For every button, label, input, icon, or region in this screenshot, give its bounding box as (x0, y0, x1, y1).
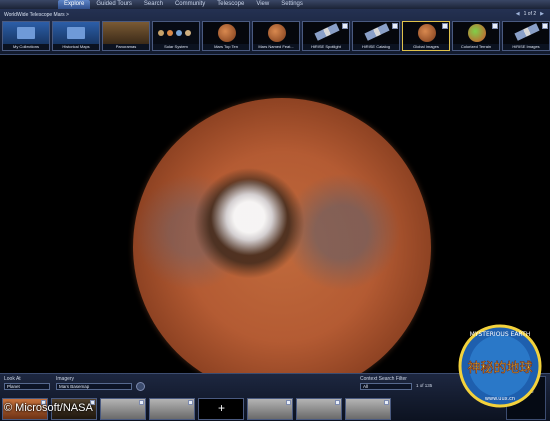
plus-icon: + (218, 401, 226, 415)
thumb-label: Global Images (413, 44, 439, 49)
collection-icon (384, 400, 389, 405)
menu-guided-tours[interactable]: Guided Tours (90, 0, 138, 9)
thumb-hirise-spotlight[interactable]: HiRISE Spotlight (302, 21, 350, 51)
thumb-hirise-images[interactable]: HiRISE Images (502, 21, 550, 51)
menu-community[interactable]: Community (169, 0, 211, 9)
context-filter-dropdown[interactable]: All (360, 383, 412, 390)
ribbon-pager: ◀ 1 of 2 ▶ (516, 11, 544, 17)
breadcrumb[interactable]: WorldWide Telescope Mars > (4, 12, 69, 18)
menu-telescope[interactable]: Telescope (211, 0, 250, 9)
thumb-label: HiRISE Images (512, 44, 540, 49)
collection-icon (492, 23, 498, 29)
collection-icon (188, 400, 193, 405)
imagery-dropdown[interactable]: Mars Basemap (56, 383, 132, 390)
menu-settings[interactable]: Settings (275, 0, 309, 9)
thumb-label: Historical Maps (62, 44, 90, 49)
thumb-label: Colorized Terrain (460, 44, 492, 49)
thumb-mars-named-features[interactable]: Mars Named Feat... (252, 21, 300, 51)
menu-explore[interactable]: Explore (58, 0, 91, 9)
collection-icon (392, 23, 398, 29)
thumb-label: My Collections (12, 44, 39, 49)
menu-view[interactable]: View (250, 0, 275, 9)
collection-icon (335, 400, 340, 405)
image-credit: © Microsoft/NASA (4, 402, 93, 414)
watermark-title: MYSTERIOUS EARTH (470, 331, 531, 338)
collection-thumbnails: My Collections Historical Maps Panoramas… (2, 21, 550, 51)
ribbon-page-indicator: 1 of 2 (523, 11, 537, 17)
context-thumb[interactable] (149, 398, 195, 420)
thumb-global-images[interactable]: Global Images (402, 21, 450, 51)
thumb-my-collections[interactable]: My Collections (2, 21, 50, 51)
collection-icon (442, 23, 448, 29)
context-pager: 1 of 135 (416, 383, 433, 388)
thumb-historical-maps[interactable]: Historical Maps (52, 21, 100, 51)
thumb-label: Solar System (164, 44, 188, 49)
thumb-label: Mars Named Feat... (258, 44, 294, 49)
watermark-glyphs: 神秘的地球 (467, 360, 532, 376)
context-filter-label: Context Search Filter (360, 376, 407, 382)
watermark-url: www.uux.cn (485, 396, 515, 402)
mars-icon (253, 22, 299, 44)
context-thumb[interactable] (247, 398, 293, 420)
look-at-label: Look At (4, 376, 21, 382)
thumb-label: HiRISE Spotlight (311, 44, 341, 49)
thumb-solar-system[interactable]: Solar System (152, 21, 200, 51)
planets-icon (153, 22, 199, 44)
thumb-mars-top-ten[interactable]: Mars Top Ten (202, 21, 250, 51)
thumb-panoramas[interactable]: Panoramas (102, 21, 150, 51)
folder-icon (53, 22, 99, 44)
imagery-info-icon[interactable] (136, 382, 145, 391)
folder-icon (3, 22, 49, 44)
thumb-hirise-catalog[interactable]: HiRISE Catalog (352, 21, 400, 51)
context-thumb[interactable] (296, 398, 342, 420)
explore-ribbon: WorldWide Telescope Mars > ◀ 1 of 2 ▶ My… (0, 9, 550, 67)
context-thumb[interactable] (345, 398, 391, 420)
panorama-image (103, 22, 149, 44)
collection-icon (139, 400, 144, 405)
thumb-colorized-terrain[interactable]: Colorized Terrain (452, 21, 500, 51)
next-page-icon[interactable]: ▶ (540, 11, 544, 17)
collection-icon (342, 23, 348, 29)
mysterious-earth-watermark: MYSTERIOUS EARTH 神秘的地球 www.uux.cn (458, 324, 542, 408)
prev-page-icon[interactable]: ◀ (516, 11, 520, 17)
context-thumb[interactable] (100, 398, 146, 420)
menu-bar: Explore Guided Tours Search Community Te… (0, 0, 550, 9)
collection-icon (542, 23, 548, 29)
imagery-label: Imagery (56, 376, 75, 382)
thumb-label: Panoramas (115, 44, 137, 49)
collection-icon (286, 400, 291, 405)
mars-globe[interactable] (133, 98, 431, 396)
look-at-dropdown[interactable]: Planet (4, 383, 50, 390)
thumb-label: HiRISE Catalog (361, 44, 390, 49)
add-context-thumb[interactable]: + (198, 398, 244, 420)
menu-search[interactable]: Search (138, 0, 169, 9)
thumb-label: Mars Top Ten (214, 44, 238, 49)
mars-icon (203, 22, 249, 44)
